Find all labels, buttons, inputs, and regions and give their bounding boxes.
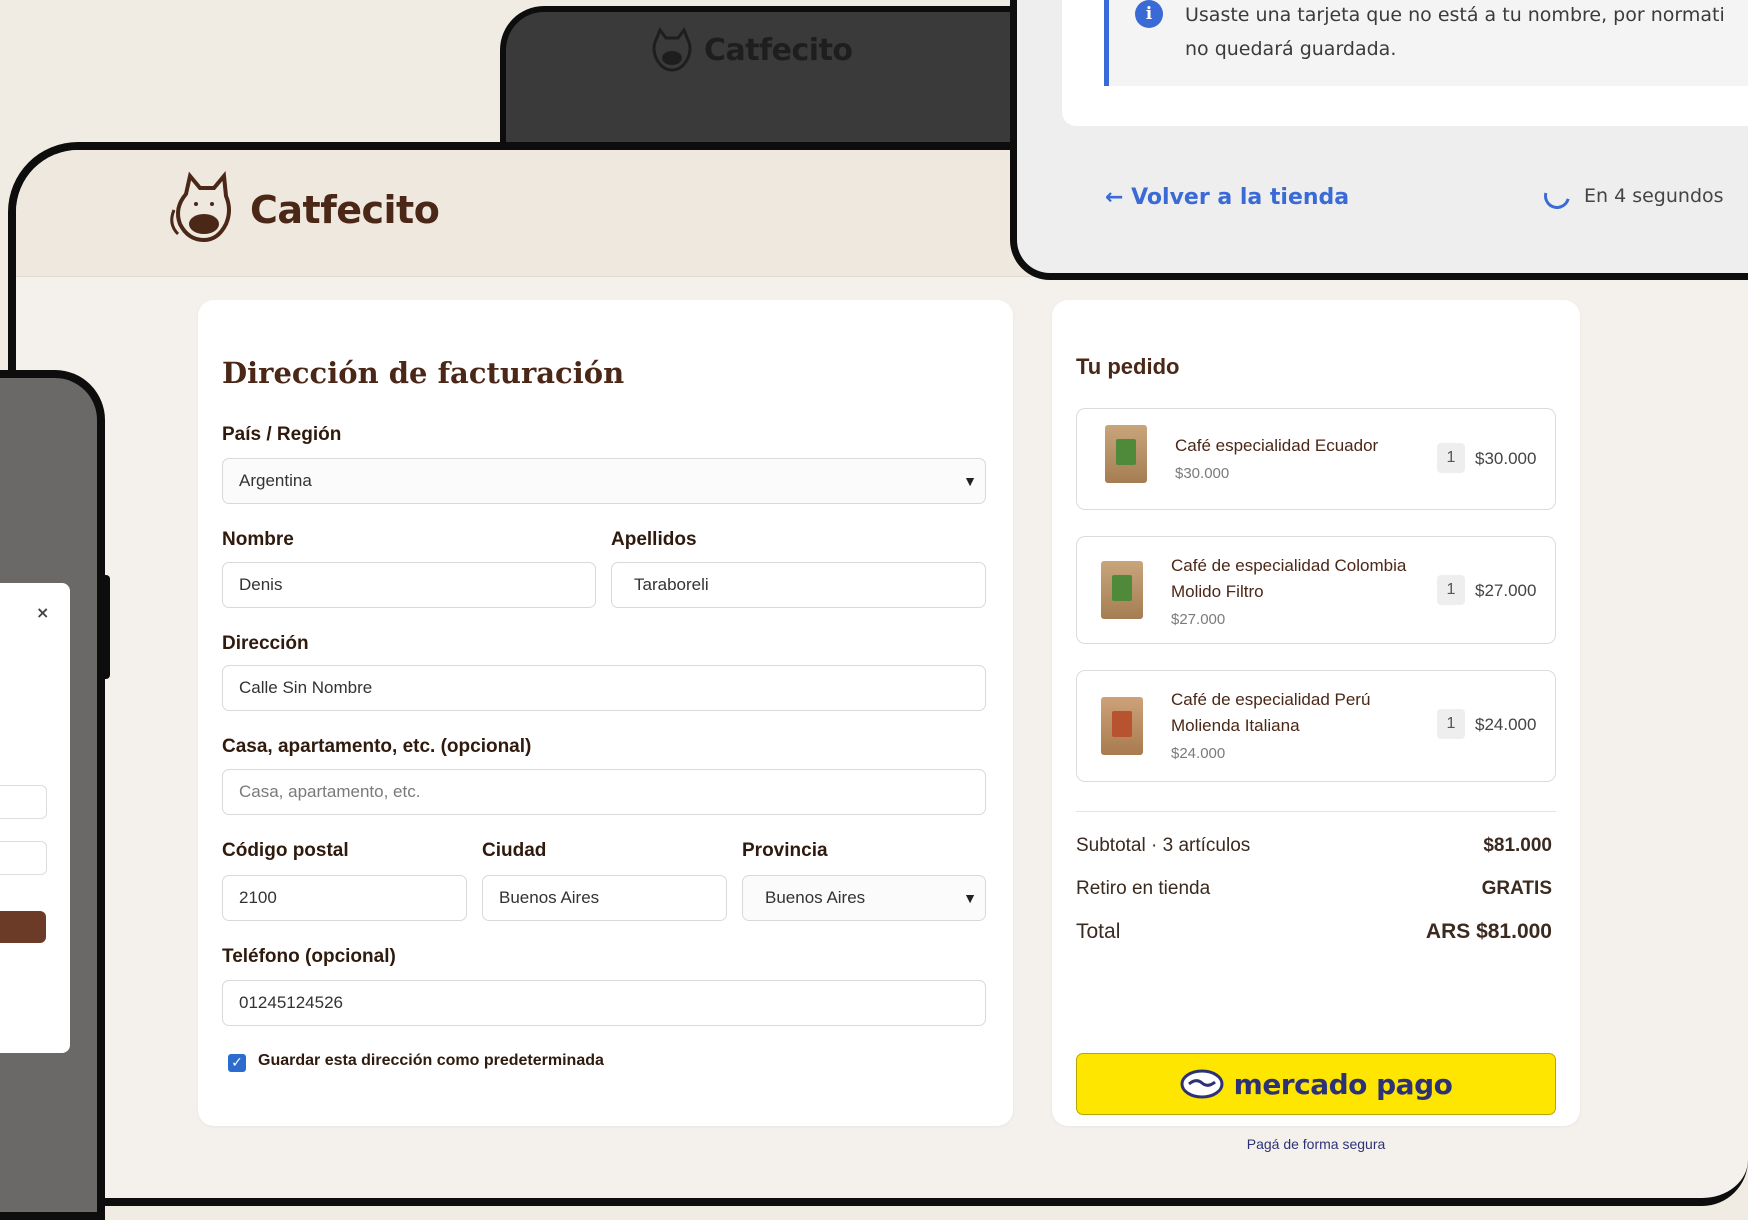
- item-total: $30.000: [1475, 449, 1537, 468]
- last-name-input[interactable]: Taraboreli: [611, 562, 986, 608]
- modal-submit-button[interactable]: [0, 911, 46, 943]
- save-default-checkbox[interactable]: ✓: [228, 1054, 246, 1072]
- product-image: [1101, 561, 1143, 619]
- country-label: País / Región: [222, 424, 342, 445]
- subtotal-value: $81.000: [1483, 835, 1552, 856]
- modal-input[interactable]: [0, 785, 47, 819]
- order-item: Café de especialidad Colombia Molido Fil…: [1076, 536, 1556, 644]
- product-image: [1105, 425, 1147, 483]
- order-title: Tu pedido: [1076, 354, 1180, 379]
- chevron-down-icon: ▼: [963, 473, 977, 489]
- handshake-icon: [1180, 1069, 1224, 1099]
- checkout-window: Catfecito Dirección de facturación País …: [8, 142, 1748, 1206]
- postal-code-input[interactable]: 2100: [222, 875, 467, 921]
- info-icon: i: [1135, 0, 1163, 28]
- divider: [1076, 811, 1556, 812]
- notice-line-1: Usaste una tarjeta que no está a tu nomb…: [1185, 4, 1725, 26]
- shipping-value: GRATIS: [1481, 878, 1552, 899]
- mercado-pago-button[interactable]: mercado pago: [1076, 1053, 1556, 1115]
- close-icon[interactable]: ×: [36, 603, 49, 622]
- province-label: Provincia: [742, 840, 828, 861]
- subtotal-label: Subtotal · 3 artículos: [1076, 835, 1251, 856]
- back-to-store-link[interactable]: ← Volver a la tienda: [1105, 185, 1349, 210]
- address-label: Dirección: [222, 633, 309, 654]
- catfecito-logo[interactable]: Catfecito: [166, 170, 440, 250]
- catfecito-logo: Catfecito: [646, 26, 853, 74]
- modal-panel: ×: [0, 583, 70, 1053]
- city-input[interactable]: Buenos Aires: [482, 875, 727, 921]
- apartment-input[interactable]: Casa, apartamento, etc.: [222, 769, 986, 815]
- address-input[interactable]: Calle Sin Nombre: [222, 665, 986, 711]
- city-label: Ciudad: [482, 840, 547, 861]
- subtotal-row: Subtotal · 3 artículos $81.000: [1076, 835, 1552, 857]
- item-total: $27.000: [1475, 581, 1537, 600]
- item-name: Café de especialidad Colombia: [1171, 556, 1407, 575]
- item-variant: Molienda Italiana: [1171, 716, 1300, 735]
- country-select[interactable]: Argentina ▼: [222, 458, 986, 504]
- item-quantity: 1: [1437, 443, 1465, 473]
- first-name-label: Nombre: [222, 529, 294, 550]
- mercado-pago-text: mercado pago: [1233, 1067, 1453, 1101]
- order-summary-card: Tu pedido Café especialidad Ecuador $30.…: [1052, 300, 1580, 1152]
- shipping-row: Retiro en tienda GRATIS: [1076, 878, 1552, 900]
- item-price: $30.000: [1175, 465, 1230, 482]
- item-price: $24.000: [1171, 745, 1226, 762]
- logo-text: Catfecito: [704, 32, 853, 68]
- billing-form-card: Dirección de facturación País / Región A…: [198, 300, 1013, 1126]
- province-value: Buenos Aires: [765, 888, 866, 907]
- phone-input[interactable]: 01245124526: [222, 980, 986, 1026]
- total-row: Total ARS $81.000: [1076, 920, 1552, 944]
- secure-payment-text: Pagá de forma segura: [1246, 1136, 1386, 1152]
- notice-card: i Usaste una tarjeta que no está a tu no…: [1062, 0, 1748, 126]
- loading-spinner-icon: [1539, 178, 1575, 214]
- total-value: ARS $81.000: [1425, 920, 1552, 943]
- order-item: Café de especialidad Perú Molienda Itali…: [1076, 670, 1556, 782]
- redirect-countdown: En 4 segundos: [1539, 178, 1724, 214]
- item-name: Café de especialidad Perú: [1171, 690, 1371, 709]
- first-name-input[interactable]: Denis: [222, 562, 596, 608]
- item-quantity: 1: [1437, 575, 1465, 605]
- shipping-label: Retiro en tienda: [1076, 878, 1211, 899]
- order-item: Café especialidad Ecuador $30.000 1 $30.…: [1076, 408, 1556, 510]
- chevron-down-icon: ▼: [963, 890, 977, 906]
- item-variant: Molido Filtro: [1171, 582, 1264, 601]
- province-select[interactable]: Buenos Aires ▼: [742, 875, 986, 921]
- postal-code-label: Código postal: [222, 840, 349, 861]
- item-quantity: 1: [1437, 709, 1465, 739]
- cat-cup-icon: [652, 26, 692, 72]
- modal-input[interactable]: [0, 841, 47, 875]
- save-default-label: Guardar esta dirección como predetermina…: [258, 1052, 604, 1069]
- last-name-label: Apellidos: [611, 529, 697, 550]
- apartment-label: Casa, apartamento, etc. (opcional): [222, 736, 532, 757]
- payment-result-window: i Usaste una tarjeta que no está a tu no…: [1010, 0, 1748, 280]
- phone-label: Teléfono (opcional): [222, 946, 396, 967]
- item-name: Café especialidad Ecuador: [1175, 436, 1379, 455]
- cat-cup-icon: [170, 171, 231, 243]
- item-total: $24.000: [1475, 715, 1537, 734]
- country-value: Argentina: [239, 471, 312, 490]
- phone-mockup: ×: [0, 370, 105, 1220]
- countdown-text: En 4 segundos: [1584, 185, 1724, 207]
- total-label: Total: [1076, 920, 1121, 943]
- billing-title: Dirección de facturación: [222, 356, 625, 390]
- phone-side-button: [102, 575, 110, 679]
- logo-text: Catfecito: [250, 188, 440, 232]
- item-price: $27.000: [1171, 611, 1226, 628]
- notice-line-2: no quedará guardada.: [1185, 38, 1397, 60]
- info-notice: i Usaste una tarjeta que no está a tu no…: [1104, 0, 1748, 86]
- product-image: [1101, 697, 1143, 755]
